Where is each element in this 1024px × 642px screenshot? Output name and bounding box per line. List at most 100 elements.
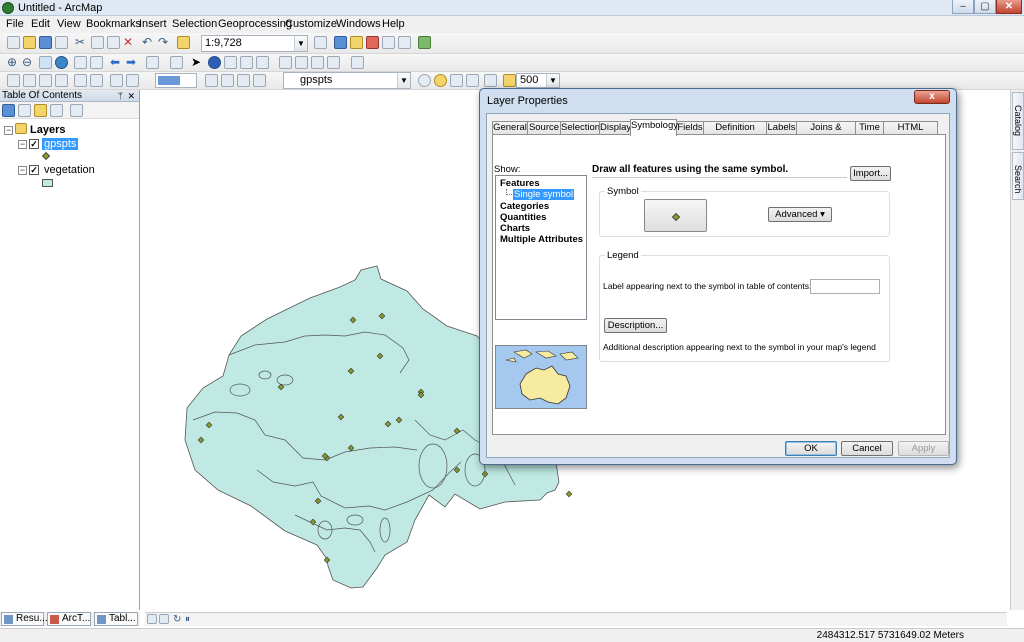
chevron-down-icon[interactable]: ▼ [397,73,410,88]
menu-geoprocessing[interactable]: Geoprocessing [218,18,292,30]
layout-forward-icon[interactable] [126,74,139,87]
measure-icon[interactable] [256,56,269,69]
zoom-whole-page-icon[interactable] [55,74,68,87]
select-features-icon[interactable] [146,56,159,69]
focus-data-frame-icon[interactable] [221,74,234,87]
tab-symbology[interactable]: Symbology [630,119,678,136]
tab-time[interactable]: Time [855,121,884,135]
results-tab[interactable]: Resu... [1,612,48,626]
data-driven-pages-icon[interactable] [253,74,266,87]
arctoolbox-tab[interactable]: ArcT... [47,612,91,626]
open-folder-icon[interactable] [23,36,36,49]
list-by-selection-icon[interactable] [50,104,63,117]
menu-windows[interactable]: Windows [336,18,381,30]
menu-file[interactable]: File [6,18,24,30]
renderer-categories[interactable]: Categories [500,201,549,212]
description-button[interactable]: Description... [604,318,667,333]
go-to-xy-icon[interactable] [311,56,324,69]
collapse-icon[interactable]: − [18,140,27,149]
find-icon[interactable] [279,56,292,69]
clear-selection-icon[interactable] [170,56,183,69]
cancel-button[interactable]: Cancel [841,441,893,456]
copy-icon[interactable] [91,36,104,49]
catalog-icon[interactable] [350,36,363,49]
effects-icon[interactable] [484,74,497,87]
adjust-contrast-icon[interactable] [418,74,431,87]
zoom-percent-combo[interactable] [155,73,197,88]
data-view-icon[interactable] [159,614,169,624]
tab-fields[interactable]: Fields [676,121,704,135]
close-window-button[interactable]: ✕ [996,0,1022,14]
layout-pan-icon[interactable] [39,74,52,87]
layout-view-icon[interactable] [147,614,157,624]
python-window-icon[interactable] [382,36,395,49]
menu-edit[interactable]: Edit [31,18,50,30]
editor-toolbar-icon[interactable] [314,36,327,49]
symbol-selector-button[interactable] [644,199,707,232]
paste-icon[interactable] [107,36,120,49]
renderer-multiple-attributes[interactable]: Multiple Attributes [500,234,583,245]
swipe-icon[interactable] [466,74,479,87]
chevron-down-icon[interactable]: ▼ [294,36,307,51]
layout-back-icon[interactable] [110,74,123,87]
menu-selection[interactable]: Selection [172,18,217,30]
menu-customize[interactable]: Customize [285,18,337,30]
buffer-icon[interactable] [503,74,516,87]
list-by-source-icon[interactable] [18,104,31,117]
zoom-in-icon[interactable]: ⊕ [7,56,17,69]
legend-label-input[interactable] [810,279,880,294]
collapse-icon[interactable]: − [4,126,13,135]
create-viewer-icon[interactable] [351,56,364,69]
tools-icon[interactable] [418,36,431,49]
tab-general[interactable]: General [492,121,528,135]
tab-selection[interactable]: Selection [560,121,600,135]
renderer-single-symbol[interactable]: Single symbol [513,189,575,200]
redo-icon[interactable]: ↷ [158,36,168,49]
zoom-out-icon[interactable]: ⊖ [22,56,32,69]
model-builder-icon[interactable] [398,36,411,49]
print-icon[interactable] [55,36,68,49]
collapse-icon[interactable]: − [18,166,27,175]
full-extent-icon[interactable] [55,56,68,69]
menu-view[interactable]: View [57,18,81,30]
layer-combo[interactable]: gpspts ▼ [283,72,411,89]
add-data-icon[interactable] [177,36,190,49]
time-slider-icon[interactable] [327,56,340,69]
change-layout-icon[interactable] [237,74,250,87]
refresh-icon[interactable]: ↻ [173,613,181,626]
list-by-visibility-icon[interactable] [34,104,47,117]
cut-icon[interactable]: ✂ [75,36,85,49]
polygon-symbol-icon[interactable] [42,179,53,187]
back-extent-icon[interactable]: ⬅ [110,56,120,69]
html-popup-icon[interactable] [224,56,237,69]
pin-icon[interactable]: ᛘ [118,90,123,102]
layer-visibility-checkbox[interactable]: ✓ [29,165,39,175]
minimize-button[interactable]: – [952,0,974,14]
import-button[interactable]: Import... [850,166,891,181]
toc-options-icon[interactable] [70,104,83,117]
map-scale-combo[interactable]: 1:9,728 ▼ [201,35,308,52]
renderer-quantities[interactable]: Quantities [500,212,546,223]
zoom-100-icon[interactable] [74,74,87,87]
toggle-draft-icon[interactable] [205,74,218,87]
maximize-button[interactable]: ▢ [974,0,996,14]
tab-html-popup[interactable]: HTML Popup [883,121,938,145]
close-icon[interactable]: ✕ [127,90,135,102]
tab-joins-relates[interactable]: Joins & Relates [796,121,856,145]
catalog-tab[interactable]: Catalog [1012,92,1024,150]
new-document-icon[interactable] [7,36,20,49]
fixed-zoom-out-icon[interactable] [90,56,103,69]
tab-source[interactable]: Source [527,121,561,135]
layout-zoom-in-icon[interactable] [7,74,20,87]
point-symbol-icon[interactable] [42,152,50,160]
data-frame-label[interactable]: Layers [30,124,65,136]
identify-icon[interactable] [208,56,221,69]
hyperlink-icon[interactable] [240,56,253,69]
search-tab[interactable]: Search [1012,152,1024,200]
save-icon[interactable] [39,36,52,49]
fixed-zoom-in-icon[interactable] [74,56,87,69]
renderer-charts[interactable]: Charts [500,223,530,234]
apply-button[interactable]: Apply [898,441,949,456]
table-icon[interactable] [334,36,347,49]
layer-visibility-checkbox[interactable]: ✓ [29,139,39,149]
